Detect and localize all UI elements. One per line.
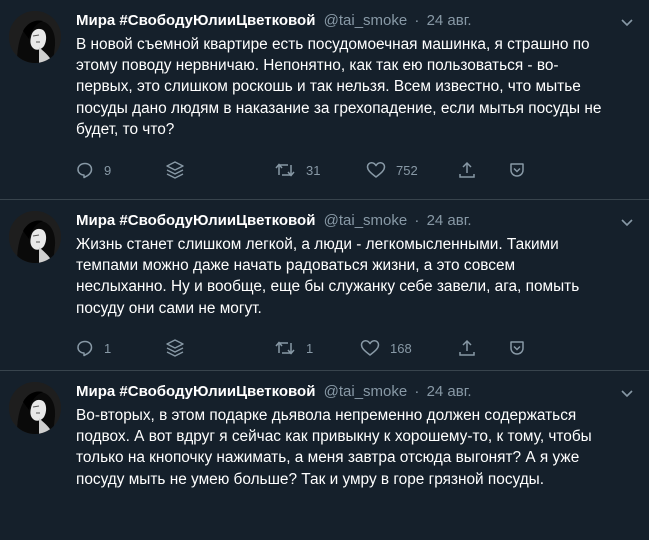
layers-icon	[164, 159, 186, 181]
tweet-text-line: темпами можно даже начать радоваться жиз…	[76, 257, 516, 275]
tweet-text: Во-вторых, в этом подарке дьявола непрем…	[76, 405, 636, 490]
heart-icon	[366, 161, 386, 179]
tweet-text-line: этому поводу нервничаю. Непонятно, как т…	[76, 57, 559, 75]
separator-dot: ·	[414, 212, 420, 229]
share-button[interactable]	[458, 336, 476, 360]
tweet-text-line: посуду они сами не могут.	[76, 299, 262, 317]
tweet-text-line: подвох. А вот вдруг я сейчас как привыкн…	[76, 428, 592, 446]
tweet-text-line: первых, это слишком роскошь и так нельзя…	[76, 78, 581, 96]
separator-dot: ·	[414, 12, 420, 29]
tweet-header: Мира #СвободуЮлииЦветковой @tai_smoke · …	[76, 383, 635, 403]
tweet-text: Жизнь станет слишком легкой, а люди - ле…	[76, 234, 636, 319]
tweet-date[interactable]: 24 авг.	[427, 383, 472, 400]
author-handle[interactable]: @tai_smoke	[324, 383, 408, 400]
reply-count: 1	[104, 340, 112, 356]
reply-icon	[76, 339, 94, 357]
retweet-count: 1	[306, 340, 314, 356]
tweet-date[interactable]: 24 авг.	[427, 12, 472, 29]
reply-icon	[76, 161, 94, 179]
author-name[interactable]: Мира #СвободуЮлииЦветковой	[76, 212, 315, 229]
tweet-text-line: посуду мыть не умею больше? Так и умру в…	[76, 470, 545, 488]
tweet-text-line: Жизнь станет слишком легкой, а люди - ле…	[76, 236, 559, 253]
author-name[interactable]: Мира #СвободуЮлииЦветковой	[76, 12, 315, 29]
stack-button[interactable]	[164, 336, 186, 360]
avatar-photo	[9, 382, 61, 434]
chevron-down-icon[interactable]	[619, 14, 635, 30]
like-button[interactable]: 168	[360, 336, 412, 360]
chevron-down-icon[interactable]	[619, 214, 635, 230]
separator-dot: ·	[414, 383, 420, 400]
tweet-actions: 9 31 752	[76, 158, 546, 182]
bookmark-icon	[508, 161, 526, 179]
retweet-button[interactable]: 31	[274, 158, 320, 182]
reply-button[interactable]: 1	[76, 336, 111, 360]
avatar[interactable]	[9, 382, 61, 434]
author-handle[interactable]: @tai_smoke	[324, 212, 408, 229]
layers-icon	[164, 337, 186, 359]
avatar[interactable]	[9, 11, 61, 63]
tweet-text-line: будет, то что?	[76, 120, 175, 138]
tweet-2[interactable]: Мира #СвободуЮлииЦветковой @tai_smoke · …	[0, 200, 649, 371]
tweet-header: Мира #СвободуЮлииЦветковой @tai_smoke · …	[76, 12, 635, 32]
reply-button[interactable]: 9	[76, 158, 111, 182]
tweet-text-line: только на кнопочку нажимать, а меня завт…	[76, 449, 580, 467]
reply-count: 9	[104, 162, 112, 178]
like-button[interactable]: 752	[366, 158, 418, 182]
retweet-button[interactable]: 1	[274, 336, 313, 360]
stack-button[interactable]	[164, 158, 186, 182]
tweet-text: В новой съемной квартире есть посудомоеч…	[76, 34, 636, 140]
tweet-3[interactable]: Мира #СвободуЮлииЦветковой @tai_smoke · …	[0, 371, 649, 540]
heart-icon	[360, 339, 380, 357]
retweet-icon	[274, 339, 296, 357]
share-icon	[458, 339, 476, 357]
retweet-count: 31	[306, 162, 321, 178]
tweet-header: Мира #СвободуЮлииЦветковой @tai_smoke · …	[76, 212, 635, 232]
bookmark-button[interactable]	[508, 158, 526, 182]
bookmark-icon	[508, 339, 526, 357]
retweet-icon	[274, 161, 296, 179]
like-count: 168	[390, 340, 412, 356]
share-icon	[458, 161, 476, 179]
author-handle[interactable]: @tai_smoke	[324, 12, 408, 29]
tweet-text-line: В новой съемной квартире есть посудомоеч…	[76, 36, 590, 53]
avatar-photo	[9, 211, 61, 263]
tweet-text-line: неслыханно. Ну и вообще, еще бы служанку…	[76, 278, 580, 296]
tweet-1[interactable]: Мира #СвободуЮлииЦветковой @tai_smoke · …	[0, 0, 649, 200]
avatar-photo	[9, 11, 61, 63]
like-count: 752	[396, 162, 418, 178]
tweet-text-line: Во-вторых, в этом подарке дьявола непрем…	[76, 407, 577, 424]
chevron-down-icon[interactable]	[619, 385, 635, 401]
share-button[interactable]	[458, 158, 476, 182]
tweet-text-line: посуды дано людям в наказание за грехопа…	[76, 99, 602, 117]
author-name[interactable]: Мира #СвободуЮлииЦветковой	[76, 383, 315, 400]
tweet-date[interactable]: 24 авг.	[427, 212, 472, 229]
bookmark-button[interactable]	[508, 336, 526, 360]
tweet-actions: 1 1 168	[76, 336, 546, 360]
avatar[interactable]	[9, 211, 61, 263]
